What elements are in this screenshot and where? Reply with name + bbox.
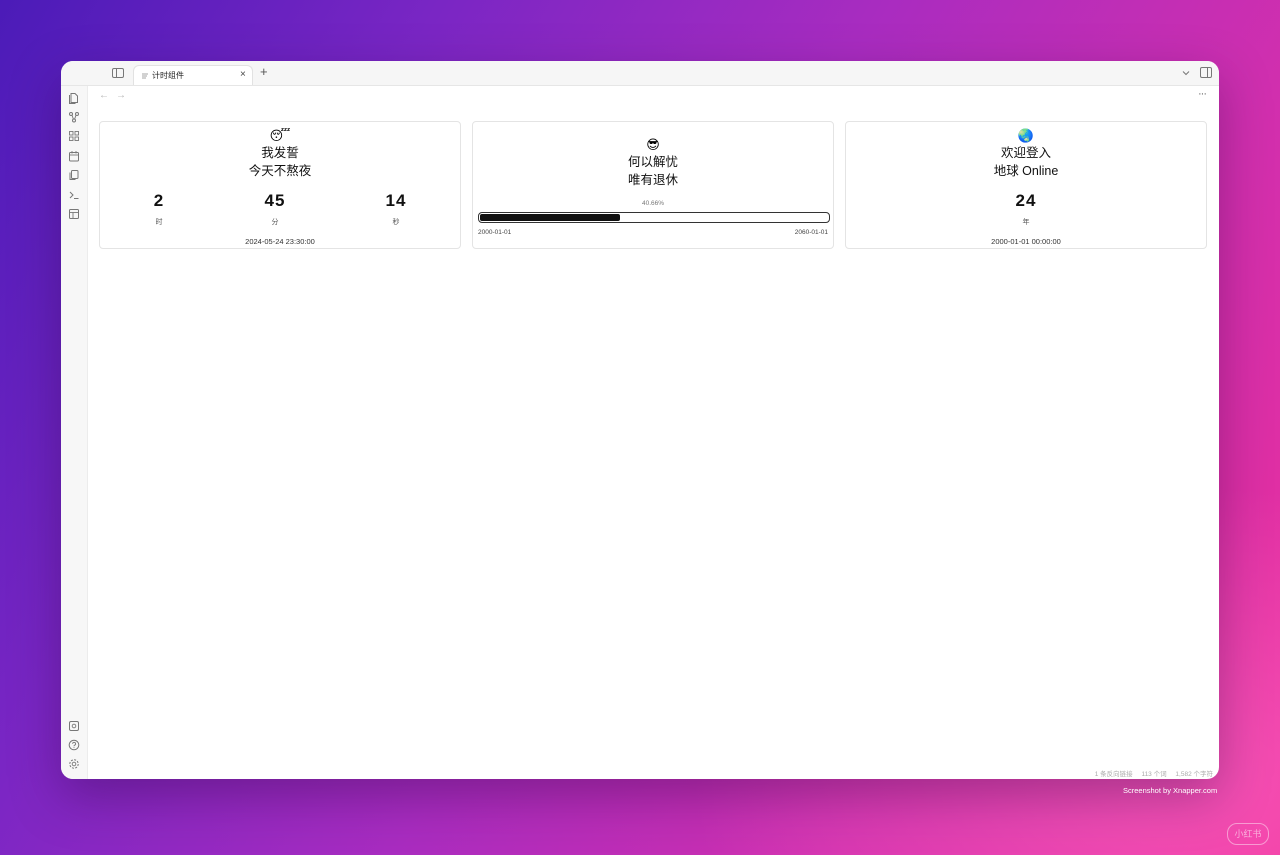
app-window: 计时组件 × + ← → ··· 😴 我发誓 今天不熬夜 2 时 45 分 14… (61, 61, 1219, 779)
watermark: 小红书 (1227, 823, 1269, 845)
card-title-line2: 地球 Online (993, 164, 1059, 178)
layout-icon[interactable] (68, 208, 80, 220)
sidebar-toggle-icon[interactable] (111, 66, 125, 80)
progress-percent: 40.66% (641, 200, 665, 207)
status-bar: 1 条反向链接 113 个词 1,582 个字符 (1088, 768, 1213, 778)
screenshot-credit: Screenshot by Xnapper.com (1123, 786, 1218, 795)
progress-bar (478, 212, 830, 223)
minutes-value: 45 (264, 191, 286, 210)
hours-value: 2 (153, 191, 165, 210)
sleeping-emoji: 😴 (269, 128, 291, 143)
char-count: 1,582 个字符 (1175, 771, 1213, 778)
document-icon (142, 73, 148, 79)
progress-bar-fill (480, 214, 621, 221)
close-tab-icon[interactable]: × (240, 69, 246, 81)
seconds-label: 秒 (392, 219, 400, 226)
earth-online-card: 🌏 欢迎登入 地球 Online 24 年 2000-01-01 00:00:0… (845, 121, 1207, 249)
card-title-line2: 今天不熬夜 (248, 164, 312, 178)
card-title-line1: 我发誓 (261, 146, 299, 160)
countdown-card: 😴 我发誓 今天不熬夜 2 时 45 分 14 秒 2024-05-24 23:… (99, 121, 461, 249)
card-title-line1: 欢迎登入 (1000, 146, 1051, 160)
backlinks-count[interactable]: 1 条反向链接 (1095, 771, 1133, 778)
progress-start-date: 2000-01-01 (478, 229, 512, 236)
new-tab-button[interactable]: + (260, 65, 268, 79)
graph-icon[interactable] (68, 111, 80, 123)
since-datetime: 2000-01-01 00:00:00 (991, 237, 1061, 246)
copy-icon[interactable] (68, 169, 80, 181)
globe-emoji: 🌏 (1017, 128, 1035, 143)
tab-title: 计时组件 (152, 71, 184, 80)
nav-back-button[interactable]: ← (99, 90, 109, 101)
years-label: 年 (1022, 219, 1030, 226)
help-icon[interactable] (68, 739, 80, 751)
more-options-button[interactable]: ··· (1198, 88, 1207, 100)
calendar-icon[interactable] (68, 150, 80, 162)
left-ribbon (61, 86, 88, 779)
progress-end-date: 2060-01-01 (794, 229, 828, 236)
word-count: 113 个词 (1141, 771, 1167, 778)
target-datetime: 2024-05-24 23:30:00 (245, 237, 315, 246)
right-sidebar-toggle-icon[interactable] (1200, 67, 1212, 78)
settings-icon[interactable] (68, 758, 80, 770)
minutes-label: 分 (271, 219, 279, 226)
card-title-line2: 唯有退休 (627, 173, 678, 187)
years-value: 24 (1015, 191, 1037, 210)
chevron-down-icon[interactable] (1181, 68, 1191, 78)
retirement-progress-card: 😎 何以解忧 唯有退休 40.66% 2000-01-01 2060-01-01 (472, 121, 834, 249)
file-icon[interactable] (68, 92, 80, 104)
grid-icon[interactable] (68, 130, 80, 142)
card-title-line1: 何以解忧 (627, 155, 678, 169)
vault-icon[interactable] (68, 720, 80, 732)
seconds-value: 14 (385, 191, 407, 210)
hours-label: 时 (155, 219, 163, 226)
sunglasses-emoji: 😎 (646, 137, 660, 152)
nav-forward-button[interactable]: → (116, 90, 126, 101)
tab-timer-widgets[interactable]: 计时组件 × (133, 65, 253, 85)
title-bar: 计时组件 × + (61, 61, 1219, 86)
terminal-icon[interactable] (68, 189, 80, 201)
